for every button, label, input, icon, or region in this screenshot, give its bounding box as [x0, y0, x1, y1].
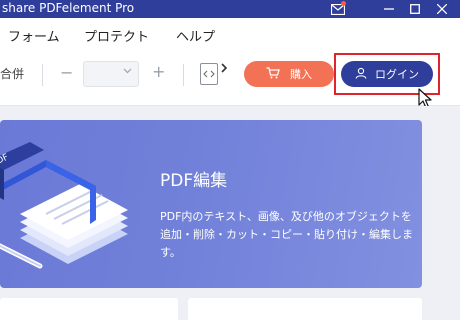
close-icon[interactable] — [430, 0, 454, 18]
menu-item-protect[interactable]: プロテクト — [84, 26, 149, 45]
toolbar: 合併 − + 購入 ログイン — [0, 50, 460, 106]
mail-icon[interactable] — [326, 0, 350, 18]
merge-button[interactable]: 合併 — [0, 65, 24, 82]
chevron-right-icon[interactable] — [220, 63, 228, 76]
minimize-icon[interactable] — [377, 0, 401, 18]
pdf-edit-banner[interactable]: DF PDF編集 PDF内のテキスト、画像、及び他のオブジェクトを 追加・削除・… — [0, 120, 422, 288]
banner-description-line-3: す。 — [160, 246, 181, 259]
notification-dot — [341, 1, 346, 6]
window-title: share PDFelement Pro — [2, 1, 135, 15]
chevron-down-icon — [123, 66, 132, 78]
menu-bar: フォーム プロテクト ヘルプ — [0, 18, 460, 50]
menu-item-help[interactable]: ヘルプ — [176, 26, 215, 45]
toolbar-divider — [183, 64, 184, 86]
fit-page-icon[interactable] — [200, 63, 218, 85]
zoom-select[interactable] — [83, 61, 139, 87]
menu-item-form[interactable]: フォーム — [8, 26, 60, 45]
banner-title: PDF編集 — [160, 171, 228, 191]
banner-description-line-1: PDF内のテキスト、画像、及び他のオブジェクトを — [160, 210, 412, 223]
cart-icon — [266, 66, 280, 82]
feature-card[interactable] — [188, 298, 422, 320]
feature-card[interactable] — [0, 298, 178, 320]
main-content: DF PDF編集 PDF内のテキスト、画像、及び他のオブジェクトを 追加・削除・… — [0, 106, 460, 320]
maximize-icon[interactable] — [403, 0, 427, 18]
title-bar: share PDFelement Pro — [0, 0, 460, 18]
zoom-out-button[interactable]: − — [60, 63, 73, 82]
zoom-in-button[interactable]: + — [152, 62, 165, 81]
edit-illustration-icon: DF — [0, 142, 128, 269]
buy-label: 購入 — [290, 68, 312, 81]
buy-button[interactable]: 購入 — [244, 61, 334, 87]
banner-description-line-2: 追加・削除・カット・コピー・貼り付け・編集しま — [160, 228, 413, 241]
toolbar-divider — [42, 64, 43, 86]
